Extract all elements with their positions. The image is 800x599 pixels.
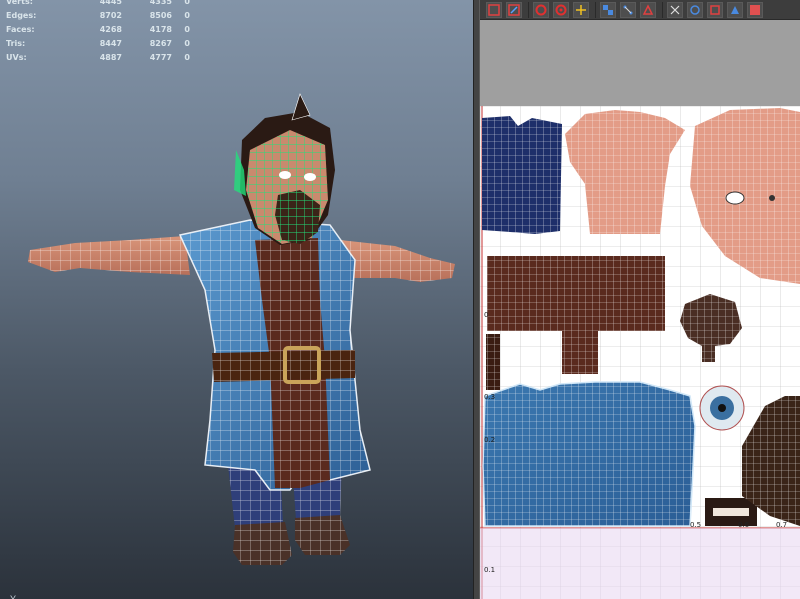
uv-eye-dot — [769, 195, 775, 201]
uv-tick-label: 0.6 — [738, 521, 750, 529]
3d-viewport[interactable]: Verts: 4445 4335 0 Edges: 8702 8506 0 Fa… — [0, 0, 473, 599]
snap-icon[interactable] — [640, 1, 656, 18]
layout-icon[interactable] — [620, 1, 636, 18]
axis-indicator: Y — [10, 594, 17, 599]
isolate-icon[interactable] — [533, 1, 549, 18]
uv-select-icon[interactable] — [486, 1, 502, 18]
grid-icon[interactable] — [600, 1, 616, 18]
uv-move-icon[interactable] — [506, 1, 522, 18]
left-eye — [279, 171, 291, 179]
unfold-icon[interactable] — [553, 1, 569, 18]
uv-shell-eye[interactable] — [699, 385, 745, 431]
uv-layout[interactable] — [480, 106, 800, 599]
uv-tick-label: 0.3 — [484, 393, 496, 401]
left-arm — [28, 236, 190, 275]
uv-eye — [725, 191, 745, 205]
belt — [212, 346, 355, 384]
uv-shell-strip[interactable] — [486, 334, 500, 390]
toolbar-separator — [595, 1, 596, 18]
uv-toolbar — [480, 0, 800, 20]
toolbar-separator — [662, 1, 663, 18]
flip-icon[interactable] — [667, 1, 683, 18]
outside-uv-region — [480, 528, 800, 599]
display-icon[interactable] — [707, 1, 723, 18]
uv-texture-editor[interactable]: 0.3 0.2 0.1 0.5 0.6 0.7 0 — [480, 0, 800, 599]
right-arm — [340, 240, 455, 282]
right-eye — [304, 173, 316, 181]
rotate-icon[interactable] — [687, 1, 703, 18]
uv-tick-label: 0 — [484, 311, 489, 319]
texture-icon[interactable] — [747, 1, 763, 18]
shade-icon[interactable] — [727, 1, 743, 18]
uv-shell-vest[interactable] — [482, 116, 562, 234]
uv-canvas[interactable]: 0.3 0.2 0.1 0.5 0.6 0.7 0 — [480, 106, 800, 599]
character-model[interactable] — [0, 0, 473, 599]
uv-shell-teeth[interactable] — [705, 498, 757, 526]
uv-canvas-outside-region — [480, 20, 800, 106]
align-icon[interactable] — [573, 1, 589, 18]
uv-tick-label: 0.1 — [484, 566, 496, 574]
uv-tick-label: 0.7 — [776, 521, 788, 529]
uv-tick-label: 0.5 — [690, 521, 702, 529]
panel-divider[interactable] — [473, 0, 480, 599]
uv-tick-label: 0.2 — [484, 436, 496, 444]
uv-shell-robe[interactable] — [482, 381, 696, 527]
toolbar-separator — [528, 1, 529, 18]
